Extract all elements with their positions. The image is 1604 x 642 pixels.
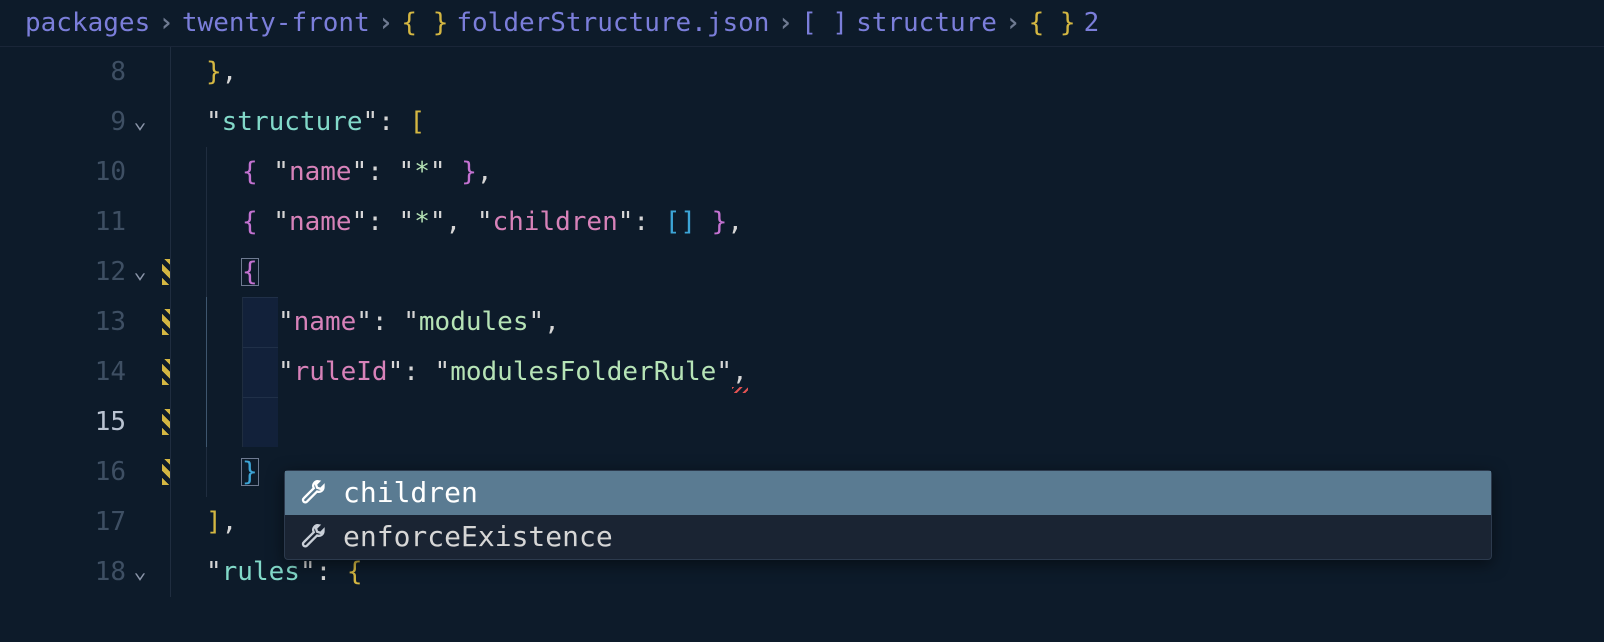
breadcrumb-seg-structure[interactable]: structure — [856, 10, 997, 36]
suggest-item-children[interactable]: children — [285, 471, 1491, 515]
code-line[interactable]: 12 ⌄ { — [0, 247, 1604, 297]
breadcrumb[interactable]: packages › twenty-front › { } folderStru… — [0, 0, 1604, 47]
intellisense-popup[interactable]: children enforceExistence — [284, 470, 1492, 560]
line-number: 13 — [66, 309, 126, 335]
line-number: 8 — [66, 59, 126, 85]
code-content: "ruleId": "modulesFolderRule", — [278, 359, 748, 385]
code-line[interactable]: 9 ⌄ "structure": [ — [0, 97, 1604, 147]
fold-chevron-down-icon[interactable]: ⌄ — [126, 261, 154, 283]
code-content: { "name": "*" }, — [242, 159, 493, 185]
line-number-current: 15 — [66, 409, 126, 435]
modified-gutter-icon — [162, 309, 170, 335]
line-number: 12 — [66, 259, 126, 285]
modified-gutter-icon — [162, 409, 170, 435]
line-number: 17 — [66, 509, 126, 535]
code-line[interactable]: 11 { "name": "*", "children": [] }, — [0, 197, 1604, 247]
code-content: "name": "modules", — [278, 309, 560, 335]
fold-chevron-down-icon[interactable]: ⌄ — [126, 111, 154, 133]
breadcrumb-seg-packages[interactable]: packages — [25, 10, 150, 36]
code-content: "structure": [ — [206, 109, 425, 135]
line-number: 10 — [66, 159, 126, 185]
code-content: "rules": { — [206, 559, 363, 585]
breadcrumb-sep: › — [378, 10, 394, 36]
code-content: { — [242, 259, 258, 285]
code-line[interactable]: 14 "ruleId": "modulesFolderRule", — [0, 347, 1604, 397]
code-content: } — [242, 459, 258, 485]
code-line[interactable]: 13 "name": "modules", — [0, 297, 1604, 347]
wrench-icon — [299, 479, 327, 507]
code-line[interactable]: 10 { "name": "*" }, — [0, 147, 1604, 197]
fold-chevron-down-icon[interactable]: ⌄ — [126, 561, 154, 583]
line-number: 16 — [66, 459, 126, 485]
breadcrumb-sep: › — [777, 10, 793, 36]
line-number: 11 — [66, 209, 126, 235]
code-content: ], — [206, 509, 237, 535]
bracket-match: { — [241, 258, 259, 286]
suggest-label: enforceExistence — [343, 523, 613, 551]
object-icon: { } — [1029, 10, 1076, 36]
line-number: 18 — [66, 559, 126, 585]
line-number: 9 — [66, 109, 126, 135]
code-content: }, — [206, 59, 237, 85]
wrench-icon — [299, 523, 327, 551]
line-number: 14 — [66, 359, 126, 385]
array-icon: [ ] — [801, 10, 848, 36]
code-line[interactable]: 15 — [0, 397, 1604, 447]
breadcrumb-sep: › — [158, 10, 174, 36]
breadcrumb-seg-index[interactable]: 2 — [1084, 10, 1100, 36]
bracket-match: } — [241, 458, 259, 486]
modified-gutter-icon — [162, 359, 170, 385]
suggest-label: children — [343, 479, 478, 507]
code-content: { "name": "*", "children": [] }, — [242, 209, 743, 235]
modified-gutter-icon — [162, 459, 170, 485]
error-squiggle-icon: , — [732, 359, 748, 385]
breadcrumb-sep: › — [1005, 10, 1021, 36]
json-icon: { } — [401, 10, 448, 36]
suggest-item-enforce[interactable]: enforceExistence — [285, 515, 1491, 559]
breadcrumb-seg-file[interactable]: folderStructure.json — [456, 10, 769, 36]
modified-gutter-icon — [162, 259, 170, 285]
code-line[interactable]: 8 }, — [0, 47, 1604, 97]
breadcrumb-seg-front[interactable]: twenty-front — [182, 10, 370, 36]
